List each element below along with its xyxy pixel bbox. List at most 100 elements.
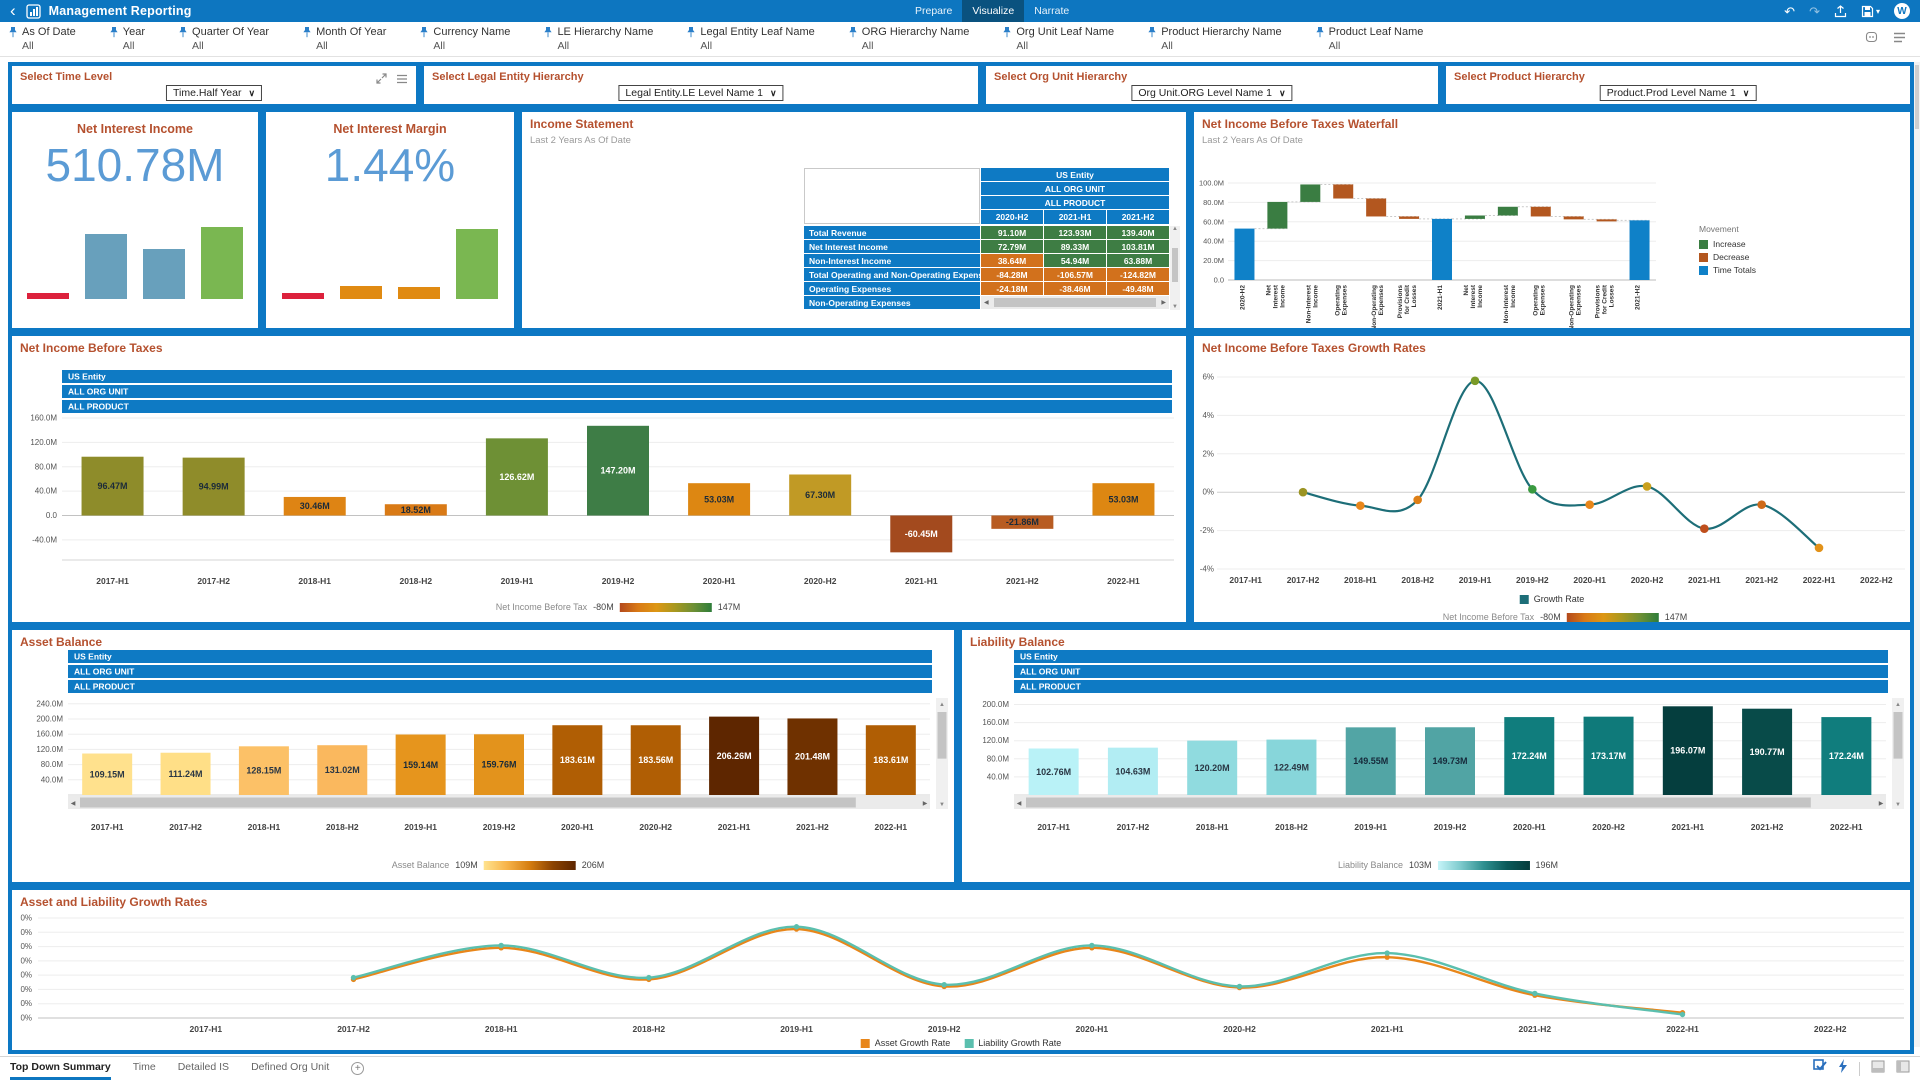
spark-bar[interactable]	[201, 227, 243, 299]
waterfall-bar[interactable]	[1498, 207, 1518, 216]
spark-bar[interactable]	[143, 249, 185, 299]
asset-growth-rate-line[interactable]	[354, 929, 1683, 1013]
h-scroll-thumb[interactable]	[994, 298, 1157, 307]
data-point[interactable]	[1815, 544, 1824, 553]
canvas-tab-defined-org-unit[interactable]: Defined Org Unit	[251, 1057, 329, 1080]
table-row-label[interactable]: Net Interest Income	[804, 240, 980, 253]
legend-item-decrease[interactable]: Decrease	[1699, 252, 1756, 262]
table-cell[interactable]: 38.64M	[981, 254, 1043, 267]
filter-value[interactable]: All	[1002, 40, 1114, 52]
waterfall-bar[interactable]	[1234, 229, 1254, 280]
table-column-header[interactable]: 2021-H1	[1044, 210, 1106, 224]
waterfall-bar[interactable]	[1300, 184, 1320, 201]
validate-canvas-icon[interactable]	[1813, 1059, 1827, 1078]
table-cell[interactable]: 103.81M	[1107, 240, 1169, 253]
hierarchy-band[interactable]	[1014, 680, 1888, 693]
filter-org-hierarchy-name[interactable]: ORG Hierarchy NameAll	[848, 26, 970, 52]
data-point[interactable]	[498, 943, 503, 948]
data-point[interactable]	[1757, 500, 1766, 509]
expand-icon[interactable]	[376, 71, 387, 89]
table-row-label[interactable]: Operating Expenses	[804, 282, 980, 295]
filter-value[interactable]: All	[1147, 40, 1281, 52]
data-point[interactable]	[1585, 500, 1594, 509]
table-entity-header[interactable]: US Entity	[981, 168, 1169, 181]
table-column-header[interactable]: 2021-H2	[1107, 210, 1169, 224]
table-entity-header[interactable]: ALL ORG UNIT	[981, 182, 1169, 195]
table-row-label[interactable]: Total Operating and Non-Operating Expens…	[804, 268, 980, 281]
filter-options-icon[interactable]	[1864, 30, 1879, 48]
hierarchy-band[interactable]	[68, 650, 932, 663]
table-cell[interactable]: -49.48M	[1107, 282, 1169, 295]
legend-item[interactable]: Asset Growth Rate	[861, 1038, 951, 1048]
table-cell[interactable]: -124.82M	[1107, 268, 1169, 281]
table-cell[interactable]: -38.46M	[1044, 282, 1106, 295]
page-scrollbar[interactable]	[1914, 62, 1920, 1047]
table-cell[interactable]: 123.93M	[1044, 226, 1106, 239]
filter-value[interactable]: All	[1315, 40, 1424, 52]
hierarchy-band[interactable]	[1014, 650, 1888, 663]
growth-rate-line[interactable]	[1303, 381, 1819, 548]
filter-currency-name[interactable]: Currency NameAll	[419, 26, 510, 52]
spark-bar[interactable]	[456, 229, 498, 299]
data-point[interactable]	[1680, 1012, 1685, 1017]
data-point[interactable]	[1299, 488, 1308, 497]
v-scroll-thumb[interactable]	[1894, 712, 1903, 759]
line-legend[interactable]: Growth Rate	[1520, 594, 1585, 604]
filter-year[interactable]: YearAll	[109, 26, 145, 52]
data-point[interactable]	[646, 975, 651, 980]
waterfall-bar[interactable]	[1333, 184, 1353, 198]
filter-product-leaf-name[interactable]: Product Leaf NameAll	[1315, 26, 1424, 52]
undo-icon[interactable]: ↶	[1784, 5, 1795, 18]
table-cell[interactable]: -106.57M	[1044, 268, 1106, 281]
filter-as-of-date[interactable]: As Of DateAll	[8, 26, 76, 52]
spark-bar[interactable]	[340, 286, 382, 299]
table-v-scrollbar[interactable]: ▲▼	[1170, 226, 1180, 310]
hierarchy-band[interactable]	[1014, 665, 1888, 678]
h-scroll-thumb[interactable]	[1026, 798, 1811, 808]
table-cell[interactable]: 139.40M	[1107, 226, 1169, 239]
filter-value[interactable]: All	[419, 40, 510, 52]
waterfall-bar[interactable]	[1267, 202, 1287, 229]
waterfall-bar[interactable]	[1597, 219, 1617, 221]
filter-value[interactable]: All	[543, 40, 653, 52]
waterfall-bar[interactable]	[1564, 216, 1584, 219]
data-point[interactable]	[1384, 950, 1389, 955]
avatar[interactable]: W	[1894, 3, 1910, 19]
filter-legal-entity-leaf-name[interactable]: Legal Entity Leaf NameAll	[686, 26, 814, 52]
spark-bar[interactable]	[85, 234, 127, 299]
waterfall-bar[interactable]	[1432, 219, 1452, 280]
legal-entity-hierarchy-select[interactable]: Legal Entity.LE Level Name 1∨	[618, 85, 783, 101]
org-unit-hierarchy-select[interactable]: Org Unit.ORG Level Name 1∨	[1131, 85, 1292, 101]
spark-bar[interactable]	[27, 293, 69, 299]
hierarchy-band[interactable]	[62, 385, 1172, 398]
data-point[interactable]	[1089, 943, 1094, 948]
hierarchy-band[interactable]	[62, 400, 1172, 413]
hamburger-icon[interactable]	[396, 71, 408, 89]
save-caret-icon[interactable]: ▾	[1876, 5, 1880, 18]
filter-org-unit-leaf-name[interactable]: Org Unit Leaf NameAll	[1002, 26, 1114, 52]
filter-product-hierarchy-name[interactable]: Product Hierarchy NameAll	[1147, 26, 1281, 52]
add-canvas-button[interactable]: +	[351, 1062, 364, 1075]
h-scroll-thumb[interactable]	[80, 798, 856, 808]
table-cell[interactable]: 63.88M	[1107, 254, 1169, 267]
filter-value[interactable]: All	[178, 40, 269, 52]
refresh-data-icon[interactable]	[1838, 1059, 1848, 1078]
data-point[interactable]	[794, 924, 799, 929]
waterfall-bar[interactable]	[1531, 207, 1551, 217]
mode-tab-prepare[interactable]: Prepare	[905, 0, 962, 22]
canvas-layout-icon-1[interactable]	[1871, 1060, 1885, 1078]
waterfall-bar[interactable]	[1399, 216, 1419, 218]
hierarchy-band[interactable]	[62, 370, 1172, 383]
canvas-tab-detailed-is[interactable]: Detailed IS	[178, 1057, 229, 1080]
product-hierarchy-select[interactable]: Product.Prod Level Name 1∨	[1600, 85, 1757, 101]
data-point[interactable]	[351, 975, 356, 980]
table-cell[interactable]: 89.33M	[1044, 240, 1106, 253]
filter-month-of-year[interactable]: Month Of YearAll	[302, 26, 386, 52]
filter-le-hierarchy-name[interactable]: LE Hierarchy NameAll	[543, 26, 653, 52]
table-cell[interactable]: 91.10M	[981, 226, 1043, 239]
table-h-scrollbar[interactable]: ◀▶	[981, 296, 1169, 309]
filter-value[interactable]: All	[302, 40, 386, 52]
export-icon[interactable]	[1834, 5, 1847, 18]
mode-tab-narrate[interactable]: Narrate	[1024, 0, 1079, 22]
legend-item-time-totals[interactable]: Time Totals	[1699, 265, 1756, 275]
